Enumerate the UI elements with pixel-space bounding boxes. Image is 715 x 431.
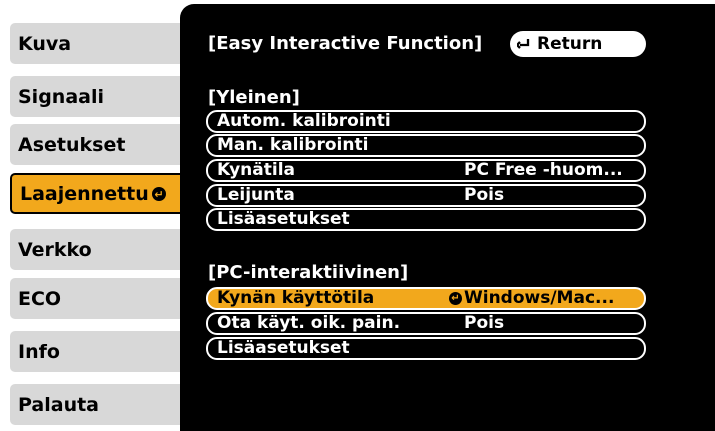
row-label: Kynän käyttötila xyxy=(217,288,375,308)
row-label: Ota käyt. oik. pain. xyxy=(217,313,401,333)
enter-return-icon: ↵ xyxy=(152,187,166,201)
menu-row-kynan-kayttotila[interactable]: Kynän käyttötila ↵ Windows/Mac... xyxy=(206,287,646,310)
sidebar-item-label: Asetukset xyxy=(18,133,126,156)
sidebar-item-kuva[interactable]: Kuva xyxy=(10,23,182,64)
sidebar-item-verkko[interactable]: Verkko xyxy=(10,229,182,270)
sidebar-item-label: Laajennettu xyxy=(20,182,149,205)
sidebar-item-eco[interactable]: ECO xyxy=(10,278,182,319)
tab-connector xyxy=(180,76,192,117)
sidebar-item-label: Info xyxy=(18,340,60,363)
row-value: PC Free -huom... xyxy=(464,160,623,180)
sidebar-item-label: ECO xyxy=(18,287,62,310)
return-label: Return xyxy=(537,34,603,54)
row-label: Lisäasetukset xyxy=(217,338,350,358)
page-title: [Easy Interactive Function] xyxy=(208,33,483,54)
section-heading-yleinen: [Yleinen] xyxy=(208,87,300,108)
row-label: Lisäasetukset xyxy=(217,209,350,229)
row-value: Pois xyxy=(464,185,505,205)
sidebar-menu: Kuva Signaali Asetukset Laajennettu ↵ Ve… xyxy=(0,0,190,431)
enter-return-icon: ↵ xyxy=(449,292,462,305)
return-button[interactable]: Return xyxy=(510,31,646,57)
sidebar-item-label: Signaali xyxy=(18,85,104,108)
menu-row-leijunta[interactable]: Leijunta Pois xyxy=(206,184,646,207)
return-arrow-icon xyxy=(517,39,530,49)
row-label: Kynätila xyxy=(217,160,295,180)
tab-connector xyxy=(180,331,192,372)
tab-connector xyxy=(180,278,192,319)
sidebar-item-asetukset[interactable]: Asetukset xyxy=(10,124,182,165)
menu-row-lisaasetukset[interactable]: Lisäasetukset xyxy=(206,208,646,231)
menu-row-lisaasetukset[interactable]: Lisäasetukset xyxy=(206,337,646,360)
section-heading-pc-interaktiivinen: [PC-interaktiivinen] xyxy=(208,262,409,283)
row-label: Autom. kalibrointi xyxy=(217,111,391,131)
sidebar-item-label: Verkko xyxy=(18,238,92,261)
sidebar-item-label: Palauta xyxy=(18,393,100,416)
menu-row-ota-kayt-oik-pain[interactable]: Ota käyt. oik. pain. Pois xyxy=(206,312,646,335)
tab-connector xyxy=(180,229,192,270)
menu-row-kynatila[interactable]: Kynätila PC Free -huom... xyxy=(206,159,646,182)
sidebar-item-info[interactable]: Info xyxy=(10,331,182,372)
tab-connector xyxy=(180,23,192,64)
menu-row-autom-kalibrointi[interactable]: Autom. kalibrointi xyxy=(206,110,646,133)
sidebar-item-laajennettu[interactable]: Laajennettu ↵ xyxy=(10,173,182,214)
sidebar-item-palauta[interactable]: Palauta xyxy=(10,384,182,425)
row-label: Man. kalibrointi xyxy=(217,135,369,155)
sidebar-item-label: Kuva xyxy=(18,32,72,55)
menu-row-man-kalibrointi[interactable]: Man. kalibrointi xyxy=(206,134,646,157)
row-value: Windows/Mac... xyxy=(464,288,615,308)
row-value: Pois xyxy=(464,313,505,333)
tab-connector xyxy=(180,384,192,425)
row-label: Leijunta xyxy=(217,185,295,205)
sidebar-item-signaali[interactable]: Signaali xyxy=(10,76,182,117)
tab-connector xyxy=(180,124,192,165)
